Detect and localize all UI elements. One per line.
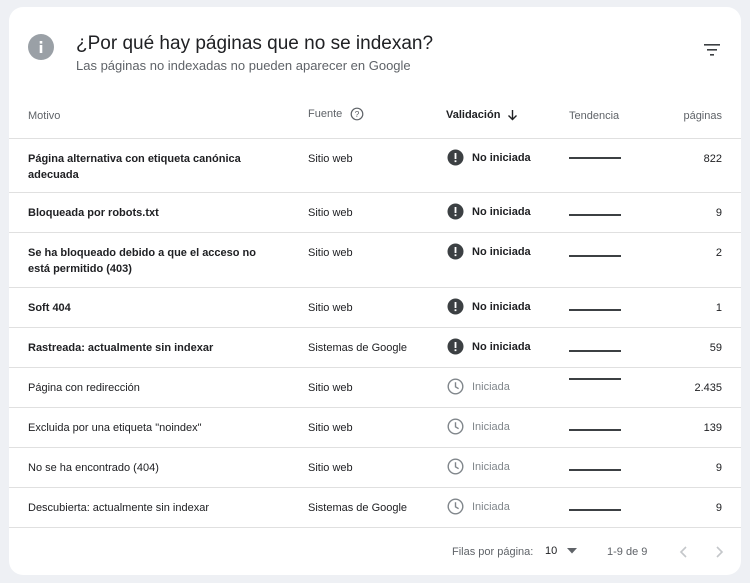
row-validacion-label: No iniciada [472,151,531,164]
clock-icon [447,378,464,395]
row-validacion-label: No iniciada [472,245,531,258]
row-motivo: Soft 404 [28,302,71,314]
page-title: ¿Por qué hay páginas que no se indexan? [76,33,434,54]
table-row[interactable]: No se ha encontrado (404) Sitio web Inicia… [9,448,741,488]
row-fuente: Sistemas de Google [308,342,408,354]
row-trend-sparkline [569,309,621,311]
row-validacion-label: Iniciada [472,380,510,393]
row-paginas: 1 [715,302,722,314]
error-icon [447,149,464,166]
clock-icon [447,458,464,475]
help-icon[interactable]: ? [350,107,364,121]
row-motivo: Rastreada: actualmente sin indexar [28,342,214,354]
row-paginas: 2 [715,247,722,259]
row-paginas: 9 [715,207,722,219]
row-trend-sparkline [569,469,621,471]
clock-icon [447,498,464,515]
row-trend-sparkline [569,429,621,431]
row-validacion-label: No iniciada [472,340,531,353]
column-header-fuente[interactable]: Fuente ? [308,107,364,121]
row-fuente: Sitio web [308,382,353,394]
next-page-icon[interactable] [709,542,729,562]
table-body: Página alternativa con etiqueta canónica… [9,139,741,528]
row-motivo: Excluida por una etiqueta "noindex" [28,422,202,434]
row-fuente: Sitio web [308,302,353,314]
row-validacion-label: Iniciada [472,500,510,513]
row-motivo: Bloqueada por robots.txt [28,207,159,219]
row-motivo: Página con redirección [28,382,140,394]
row-trend-sparkline [569,255,621,257]
row-validacion-label: Iniciada [472,460,510,473]
column-header-fuente-label: Fuente [308,108,343,120]
table-header: Motivo Fuente ? Validación Tendencia pág… [9,97,741,139]
rows-per-page-select[interactable]: 10 [545,545,578,557]
rows-per-page-label: Filas por página: [452,546,534,558]
row-fuente: Sitio web [308,422,353,434]
row-validacion-label: No iniciada [472,205,531,218]
row-motivo: Descubierta: actualmente sin indexar [28,502,209,514]
row-trend-sparkline [569,214,621,216]
row-validacion-label: Iniciada [472,420,510,433]
row-paginas: 822 [703,153,722,165]
error-icon [447,203,464,220]
row-paginas: 9 [715,502,722,514]
table-row[interactable]: Bloqueada por robots.txt Sitio web No inic… [9,193,741,233]
arrow-down-icon [508,110,518,121]
row-motivo: Se ha bloqueado debido a que el acceso n… [28,247,256,275]
row-validacion: Iniciada [447,418,510,435]
row-trend-sparkline [569,157,621,159]
row-fuente: Sitio web [308,247,353,259]
row-trend-sparkline [569,350,621,352]
row-validacion: No iniciada [447,203,531,220]
pagination-bar: Filas por página: 10 1-9 de 9 [9,537,741,575]
rows-per-page-value: 10 [545,545,558,557]
row-fuente: Sitio web [308,153,353,165]
table-row[interactable]: Rastreada: actualmente sin indexar Sistem… [9,328,741,368]
row-paginas: 2.435 [694,382,722,394]
error-icon [447,298,464,315]
filter-icon [704,44,720,56]
row-fuente: Sitio web [308,207,353,219]
error-icon [447,243,464,260]
filter-button[interactable] [697,37,727,63]
column-header-tendencia: Tendencia [569,110,620,122]
row-validacion: No iniciada [447,298,531,315]
row-fuente: Sistemas de Google [308,502,408,514]
row-validacion-label: No iniciada [472,300,531,313]
indexing-issues-card: ¿Por qué hay páginas que no se indexan? … [9,7,741,575]
error-icon [447,338,464,355]
row-trend-sparkline [569,509,621,511]
row-motivo: Página alternativa con etiqueta canónica… [28,153,241,181]
card-header: ¿Por qué hay páginas que no se indexan? … [9,7,741,97]
row-validacion: Iniciada [447,498,510,515]
row-motivo: No se ha encontrado (404) [28,462,159,474]
svg-text:?: ? [355,109,360,119]
row-validacion: No iniciada [447,243,531,260]
row-paginas: 139 [703,422,722,434]
table-row[interactable]: Descubierta: actualmente sin indexar Sist… [9,488,741,528]
clock-icon [447,418,464,435]
column-header-validacion-label: Validación [446,109,501,121]
row-paginas: 59 [709,342,722,354]
page-subtitle: Las páginas no indexadas no pueden apare… [76,58,411,73]
previous-page-icon[interactable] [674,542,694,562]
row-validacion: Iniciada [447,378,510,395]
row-validacion: No iniciada [447,338,531,355]
table-row[interactable]: Página con redirección Sitio web Iniciada 2… [9,368,741,408]
table-row[interactable]: Página alternativa con etiqueta canónica… [9,139,741,193]
table-row[interactable]: Se ha bloqueado debido a que el acceso n… [9,233,741,288]
row-validacion: No iniciada [447,149,531,166]
column-header-motivo[interactable]: Motivo [28,110,60,122]
column-header-paginas[interactable]: páginas [683,110,722,122]
table-row[interactable]: Soft 404 Sitio web No iniciada 1 [9,288,741,328]
info-icon [28,34,54,60]
row-trend-sparkline [569,378,621,380]
table-row[interactable]: Excluida por una etiqueta "noindex" Sitio… [9,408,741,448]
dropdown-arrow-icon [567,548,578,554]
column-header-validacion[interactable]: Validación [446,109,518,121]
row-fuente: Sitio web [308,462,353,474]
row-paginas: 9 [715,462,722,474]
pagination-range: 1-9 de 9 [607,546,648,558]
row-validacion: Iniciada [447,458,510,475]
